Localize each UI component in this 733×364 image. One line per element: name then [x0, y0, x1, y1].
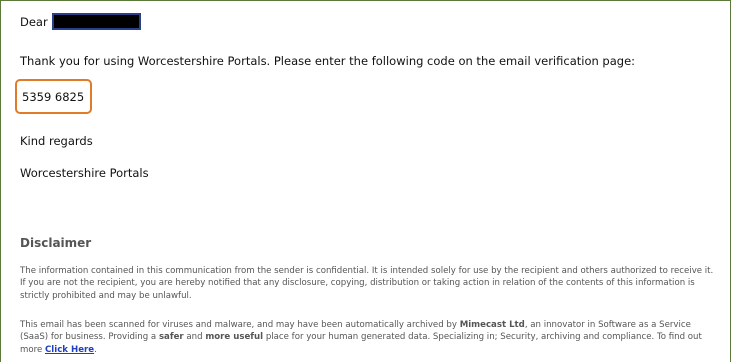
scan-notice-text: and — [183, 332, 206, 343]
intro-text: Thank you for using Worcestershire Porta… — [20, 54, 636, 68]
disclaimer-title: Disclaimer — [20, 236, 92, 250]
emphasis-safer: safer — [158, 332, 184, 343]
scan-notice-paragraph: This email has been scanned for viruses … — [20, 319, 720, 356]
greeting-line: Dear — [20, 13, 141, 30]
verification-code: 5359 6825 — [22, 89, 85, 104]
emphasis-more-useful: more useful — [205, 332, 264, 343]
company-name: Mimecast Ltd — [459, 320, 525, 330]
disclaimer-paragraph: The information contained in this commun… — [20, 266, 714, 301]
signature-text: Worcestershire Portals — [20, 166, 149, 180]
scan-notice-end: . — [94, 344, 97, 355]
greeting-text: Dear — [20, 14, 48, 29]
email-body: Dear Thank you for using Worcestershire … — [0, 0, 731, 362]
redacted-recipient-name — [51, 13, 141, 30]
closing-text: Kind regards — [20, 134, 93, 148]
scan-notice-text: This email has been scanned for viruses … — [20, 320, 460, 330]
click-here-link[interactable]: Click Here — [45, 345, 94, 355]
verification-code-highlight: 5359 6825 — [15, 79, 92, 114]
